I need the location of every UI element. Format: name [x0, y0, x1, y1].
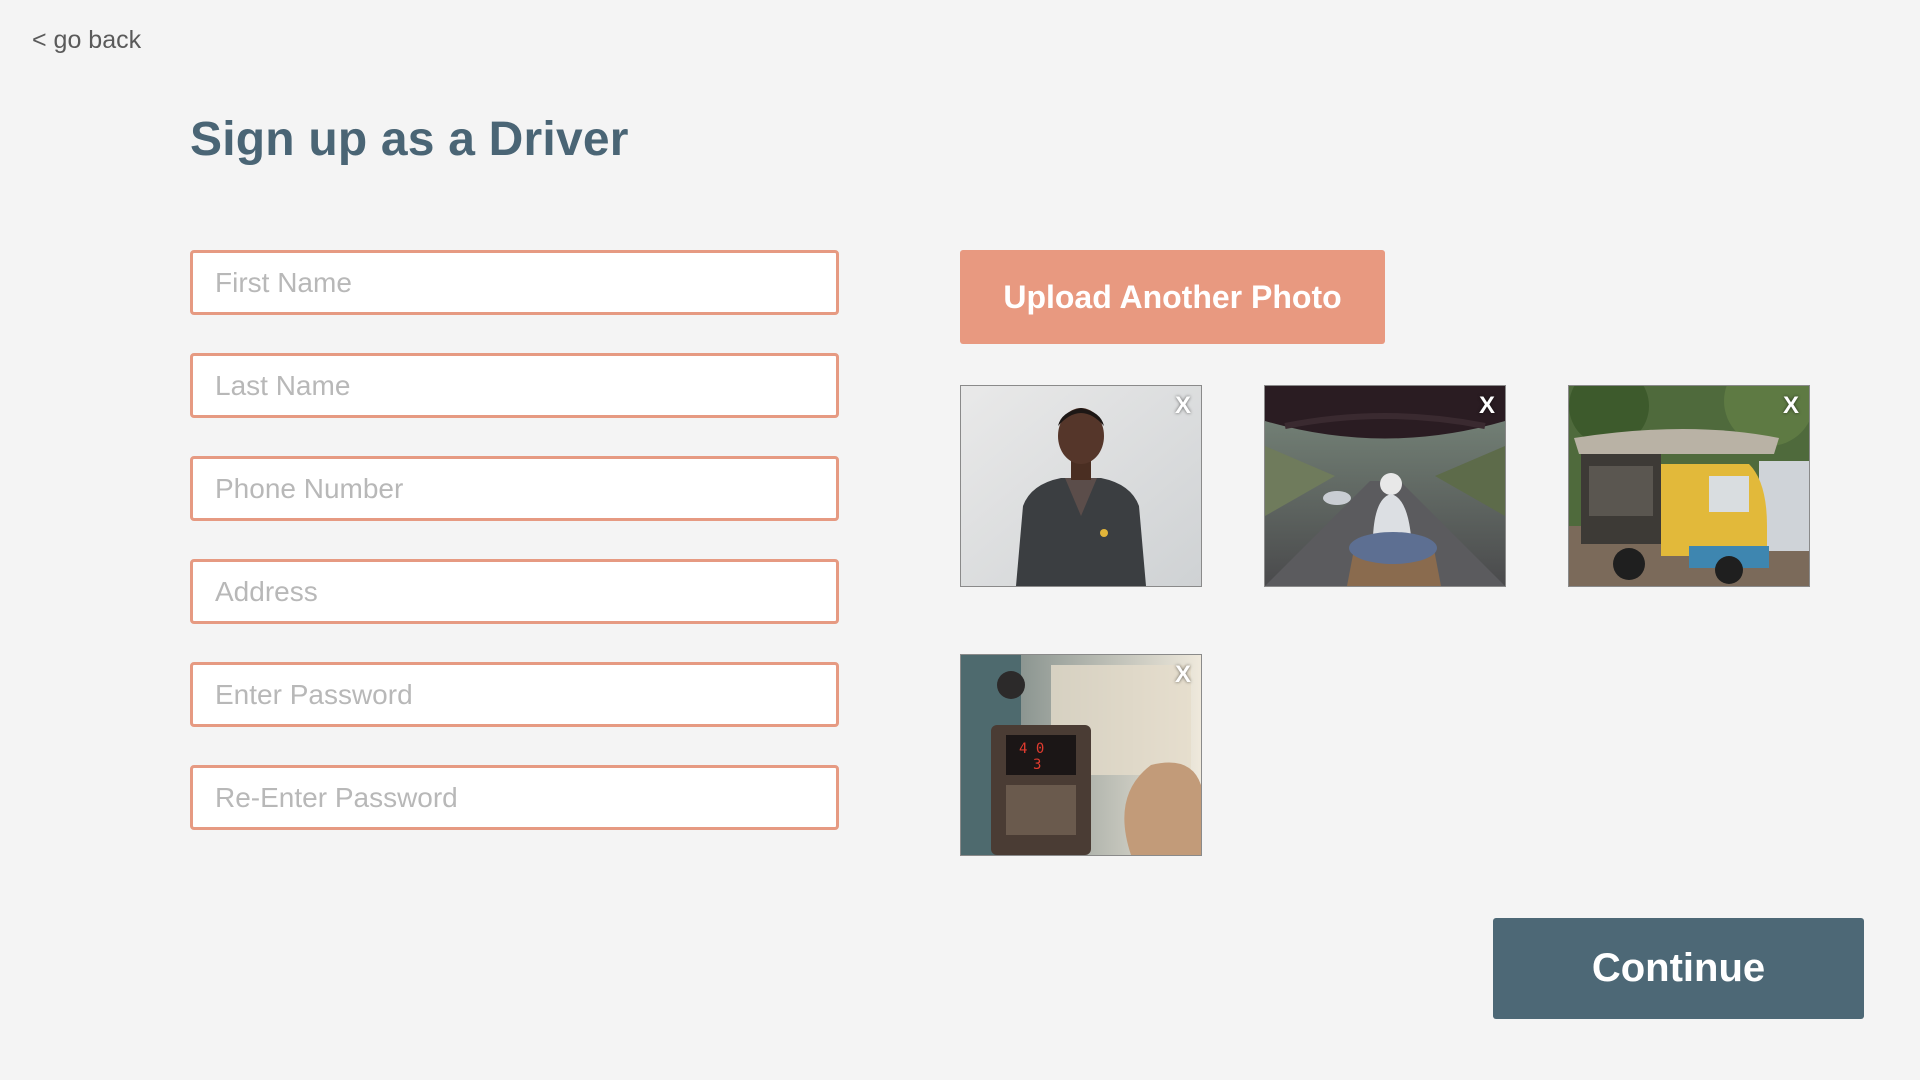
remove-photo-4-button[interactable]: X — [1175, 661, 1191, 689]
remove-photo-2-button[interactable]: X — [1479, 392, 1495, 420]
phone-number-field[interactable] — [190, 456, 839, 521]
svg-text:3: 3 — [1033, 757, 1041, 773]
photo-thumbnail-3: X — [1568, 385, 1810, 587]
photo-thumbnail-4: 4 0 3 X — [960, 654, 1202, 856]
tuk-tuk-photo-icon — [1569, 386, 1809, 586]
signup-page: < go back Sign up as a Driver Upload Ano… — [0, 0, 1920, 1080]
first-name-field[interactable] — [190, 250, 839, 315]
photo-thumbnail-1: X — [960, 385, 1202, 587]
upload-photo-button[interactable]: Upload Another Photo — [960, 250, 1385, 344]
taxi-meter-photo-icon: 4 0 3 — [961, 655, 1201, 855]
reenter-password-field[interactable] — [190, 765, 839, 830]
svg-text:4 0: 4 0 — [1019, 741, 1044, 757]
password-field[interactable] — [190, 662, 839, 727]
remove-photo-3-button[interactable]: X — [1783, 392, 1799, 420]
continue-button[interactable]: Continue — [1493, 918, 1864, 1019]
driver-portrait-photo-icon — [961, 386, 1201, 586]
rickshaw-ride-photo-icon — [1265, 386, 1505, 586]
driver-signup-form — [190, 250, 839, 868]
remove-photo-1-button[interactable]: X — [1175, 392, 1191, 420]
last-name-field[interactable] — [190, 353, 839, 418]
go-back-link[interactable]: < go back — [32, 26, 141, 55]
photo-thumbnail-2: X — [1264, 385, 1506, 587]
address-field[interactable] — [190, 559, 839, 624]
page-title: Sign up as a Driver — [190, 113, 629, 166]
